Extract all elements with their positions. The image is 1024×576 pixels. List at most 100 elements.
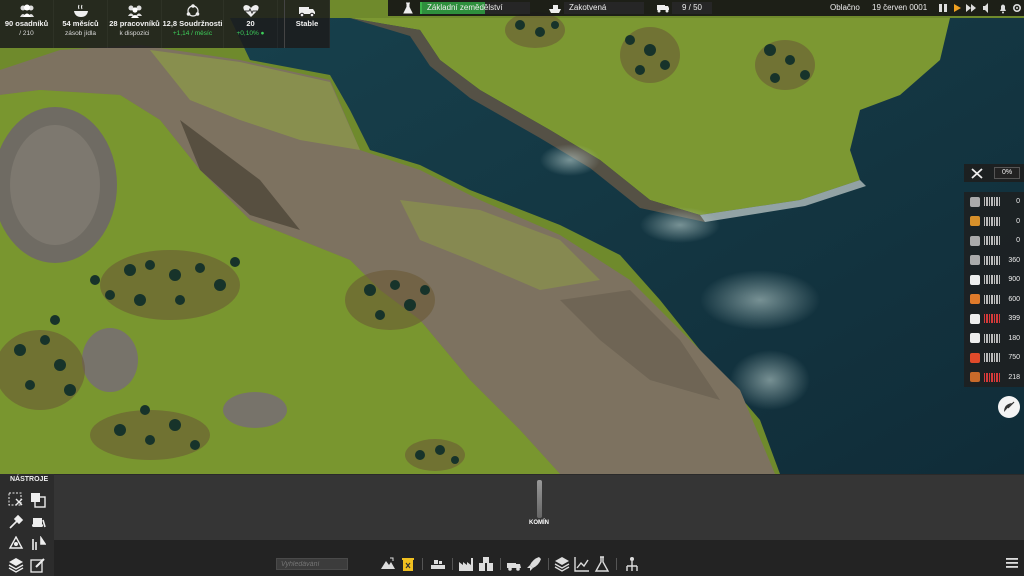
layers-icon[interactable] bbox=[8, 557, 24, 573]
terrain-map[interactable] bbox=[0, 0, 1024, 474]
resource-row[interactable]: 600 bbox=[964, 289, 1024, 309]
weather-label: Oblačno bbox=[830, 3, 860, 12]
resource-gauge bbox=[984, 197, 1000, 207]
coal-icon bbox=[970, 313, 980, 324]
ore-icon bbox=[970, 216, 980, 227]
chimney-label: KOMÍN bbox=[529, 520, 549, 526]
stat-workers[interactable]: 28 pracovníků k dispozici bbox=[108, 0, 162, 48]
resource-row[interactable]: 360 bbox=[964, 250, 1024, 270]
resource-row[interactable]: 0 bbox=[964, 192, 1024, 212]
box-icon bbox=[970, 274, 980, 285]
food-jar-icon bbox=[970, 294, 980, 305]
settings-gear-icon[interactable] bbox=[1012, 2, 1022, 14]
terrain-tools-icon[interactable] bbox=[380, 556, 396, 572]
resource-gauge bbox=[984, 314, 1000, 324]
resource-amount: 900 bbox=[1008, 276, 1020, 284]
resource-amount: 0 bbox=[1016, 237, 1020, 245]
layers-overlay-icon[interactable] bbox=[554, 556, 570, 572]
vehicle-depot-icon[interactable] bbox=[506, 556, 522, 572]
resource-gauge bbox=[984, 294, 1000, 304]
resource-gauge bbox=[984, 372, 1000, 382]
stats-bar: 90 osadníků / 210 54 měsíců zásob jídla … bbox=[0, 0, 330, 48]
ship-icon bbox=[549, 5, 561, 13]
resource-amount: 0 bbox=[1016, 198, 1020, 206]
fuel-icon bbox=[970, 352, 980, 363]
maintenance-indicator[interactable]: 0% bbox=[964, 164, 1024, 182]
stat-sub: zásob jídla bbox=[64, 30, 97, 37]
stat-health[interactable]: 20 +0,10% ● bbox=[224, 0, 278, 48]
research-progress[interactable]: Základní zemědělství bbox=[420, 2, 530, 14]
build-panel bbox=[0, 474, 1024, 540]
stat-value: Stable bbox=[295, 19, 319, 28]
resource-row[interactable]: 0 bbox=[964, 211, 1024, 231]
storage-icon[interactable] bbox=[478, 556, 494, 572]
stat-sub: +0,10% ● bbox=[237, 29, 265, 38]
stat-unity[interactable]: 12,8 Soudržnosti +1,14 / měsíc bbox=[162, 0, 224, 48]
recycle-icon[interactable] bbox=[8, 536, 24, 552]
resource-row[interactable]: 218 bbox=[964, 367, 1024, 387]
satellite-dish-icon bbox=[1004, 401, 1015, 412]
stat-value: 90 osadníků bbox=[4, 19, 49, 28]
unity-icon bbox=[186, 4, 199, 17]
building-chimney[interactable]: KOMÍN bbox=[524, 480, 554, 530]
world-map-button[interactable] bbox=[998, 396, 1020, 418]
fast-forward-icon[interactable] bbox=[966, 2, 976, 14]
stat-food[interactable]: 54 měsíců zásob jídla bbox=[54, 0, 108, 48]
settlers-icon bbox=[19, 4, 34, 17]
stat-value: 28 pracovníků bbox=[109, 19, 160, 28]
menu-icon[interactable] bbox=[1006, 557, 1018, 569]
trash-bin-icon[interactable] bbox=[400, 556, 416, 572]
separator bbox=[452, 558, 453, 570]
bulldozer-icon[interactable] bbox=[30, 514, 46, 530]
map-viewport[interactable] bbox=[0, 0, 1024, 474]
demolish-select-icon[interactable] bbox=[8, 492, 24, 508]
stat-vehicles[interactable]: Stable bbox=[284, 0, 330, 48]
factory-icon[interactable] bbox=[458, 556, 474, 572]
flask-icon[interactable] bbox=[402, 2, 414, 14]
resource-amount: 180 bbox=[1008, 334, 1020, 342]
resource-row[interactable]: 750 bbox=[964, 348, 1024, 368]
game-date: 19 červen 0001 bbox=[872, 3, 928, 12]
ship-status[interactable]: Zakotvená bbox=[564, 2, 644, 14]
stat-value: 54 měsíců bbox=[62, 19, 99, 28]
conveyor-icon[interactable] bbox=[430, 556, 446, 572]
resource-amount: 360 bbox=[1008, 256, 1020, 264]
rocket-icon[interactable] bbox=[526, 556, 542, 572]
resource-row[interactable]: 180 bbox=[964, 328, 1024, 348]
chimney-icon bbox=[536, 480, 542, 518]
edit-note-icon[interactable] bbox=[30, 557, 46, 573]
truck-icon bbox=[657, 5, 669, 13]
research-flask-icon[interactable] bbox=[594, 556, 610, 572]
research-name: Základní zemědělství bbox=[427, 3, 503, 12]
resource-row[interactable]: 399 bbox=[964, 309, 1024, 329]
truck-stable-icon bbox=[299, 7, 315, 18]
stat-sub: k dispozici bbox=[119, 30, 150, 37]
wrench-part-icon bbox=[970, 333, 980, 344]
bell-icon[interactable] bbox=[998, 2, 1008, 14]
play-icon[interactable] bbox=[952, 2, 962, 14]
stats-chart-icon[interactable] bbox=[574, 556, 590, 572]
stat-settlers[interactable]: 90 osadníků / 210 bbox=[0, 0, 54, 48]
speaker-icon[interactable] bbox=[982, 2, 992, 14]
crate-icon bbox=[970, 235, 980, 246]
stat-sub-text: +0,10% bbox=[236, 30, 259, 37]
resource-amount: 399 bbox=[1008, 315, 1020, 323]
eyedropper-icon[interactable] bbox=[8, 514, 24, 530]
resource-amount: 600 bbox=[1008, 295, 1020, 303]
separator bbox=[616, 558, 617, 570]
resource-row[interactable]: 900 bbox=[964, 270, 1024, 290]
resource-row[interactable]: 0 bbox=[964, 231, 1024, 251]
maintenance-icon bbox=[970, 196, 980, 207]
priority-icon[interactable] bbox=[30, 536, 46, 552]
truck-count[interactable]: 9 / 50 bbox=[672, 2, 712, 14]
copy-icon[interactable] bbox=[30, 492, 46, 508]
health-icon bbox=[242, 5, 259, 17]
population-tree-icon[interactable] bbox=[624, 556, 640, 572]
wood-icon bbox=[970, 372, 980, 383]
stat-sub: +1,14 / měsíc bbox=[172, 30, 213, 37]
pause-icon[interactable] bbox=[938, 2, 948, 14]
search-input[interactable] bbox=[276, 558, 348, 570]
resource-amount: 0 bbox=[1016, 217, 1020, 225]
resource-gauge bbox=[984, 255, 1000, 265]
resource-amount: 218 bbox=[1008, 373, 1020, 381]
